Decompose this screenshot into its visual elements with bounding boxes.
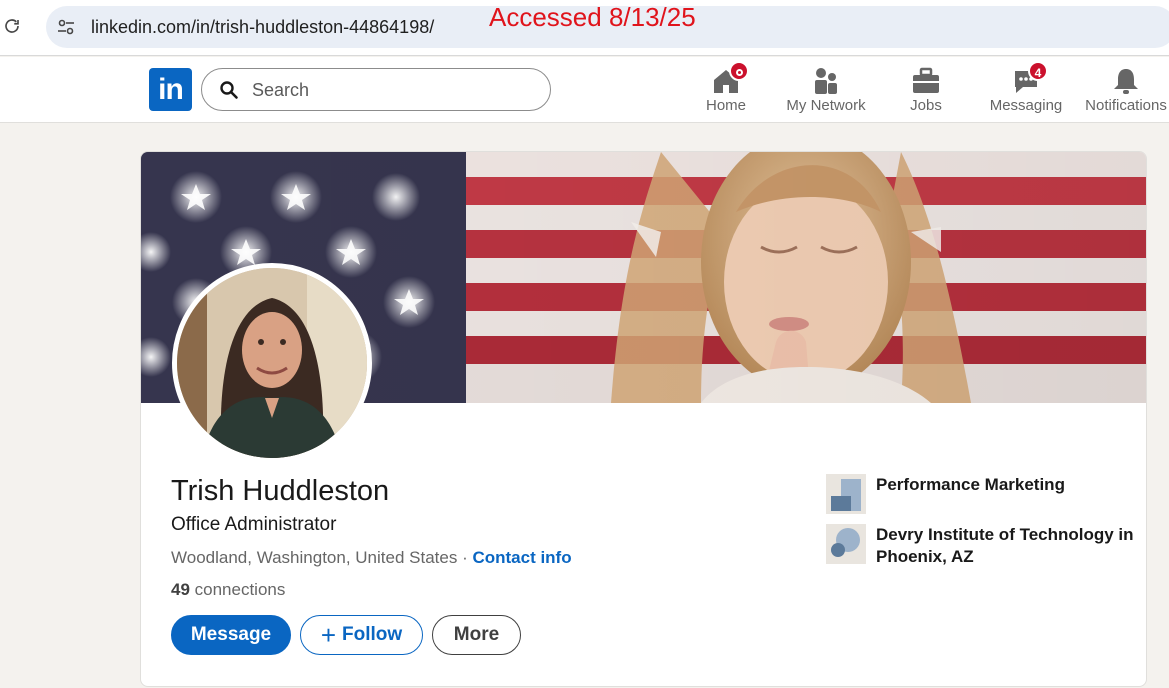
follow-button[interactable]: + Follow <box>300 615 423 655</box>
nav-my-network[interactable]: My Network <box>776 65 876 119</box>
linkedin-nav-bar: in Home My Network Jobs <box>0 57 1169 123</box>
profile-location-line: Woodland, Washington, United States · Co… <box>171 548 572 568</box>
nav-my-network-label: My Network <box>786 97 866 114</box>
profile-name: Trish Huddleston <box>171 475 390 507</box>
nav-notifications[interactable]: Notifications <box>1076 65 1169 119</box>
nav-messaging-label: Messaging <box>989 97 1063 114</box>
person-photo-graphic <box>177 268 367 458</box>
nav-jobs[interactable]: Jobs <box>876 65 976 119</box>
nav-messaging[interactable]: 4 Messaging <box>976 61 1076 119</box>
nav-home[interactable]: Home <box>676 61 776 119</box>
nav-notifications-label: Notifications <box>1085 97 1167 114</box>
school-name: Devry Institute of Technology in Phoenix… <box>876 525 1134 566</box>
connections-count: 49 <box>171 580 190 599</box>
profile-card: Trish Huddleston Office Administrator Wo… <box>140 151 1147 687</box>
briefcase-icon <box>913 67 939 93</box>
search-input[interactable] <box>252 78 532 102</box>
connections-label: connections <box>189 580 286 599</box>
follow-label: Follow <box>342 624 403 645</box>
messaging-badge: 4 <box>1028 61 1048 81</box>
home-notification-dot <box>729 61 749 81</box>
bell-icon <box>1114 69 1138 94</box>
profile-location: Woodland, Washington, United States <box>171 548 458 567</box>
more-button[interactable]: More <box>432 615 521 655</box>
url-text[interactable]: linkedin.com/in/trish-huddleston-4486419… <box>91 17 434 38</box>
linkedin-logo[interactable]: in <box>149 68 192 111</box>
profile-headline: Office Administrator <box>171 514 337 535</box>
search-box[interactable] <box>201 68 551 111</box>
accessed-annotation: Accessed 8/13/25 <box>489 2 696 32</box>
message-button[interactable]: Message <box>171 615 291 655</box>
plus-icon: + <box>320 620 337 650</box>
browser-toolbar: linkedin.com/in/trish-huddleston-4486419… <box>0 0 1169 56</box>
nav-jobs-label: Jobs <box>910 97 942 114</box>
company-logo-icon <box>826 474 866 514</box>
contact-info-link[interactable]: Contact info <box>472 548 571 567</box>
company-name: Performance Marketing <box>876 475 1065 494</box>
site-info-icon[interactable] <box>56 17 76 37</box>
reload-icon[interactable] <box>3 17 21 35</box>
people-icon <box>815 68 837 94</box>
connections-line[interactable]: 49 connections <box>171 580 285 600</box>
nav-home-label: Home <box>705 97 746 114</box>
school-logo-icon <box>826 524 866 564</box>
location-separator: · <box>457 548 473 567</box>
profile-photo[interactable] <box>172 263 372 463</box>
search-icon <box>220 81 238 99</box>
